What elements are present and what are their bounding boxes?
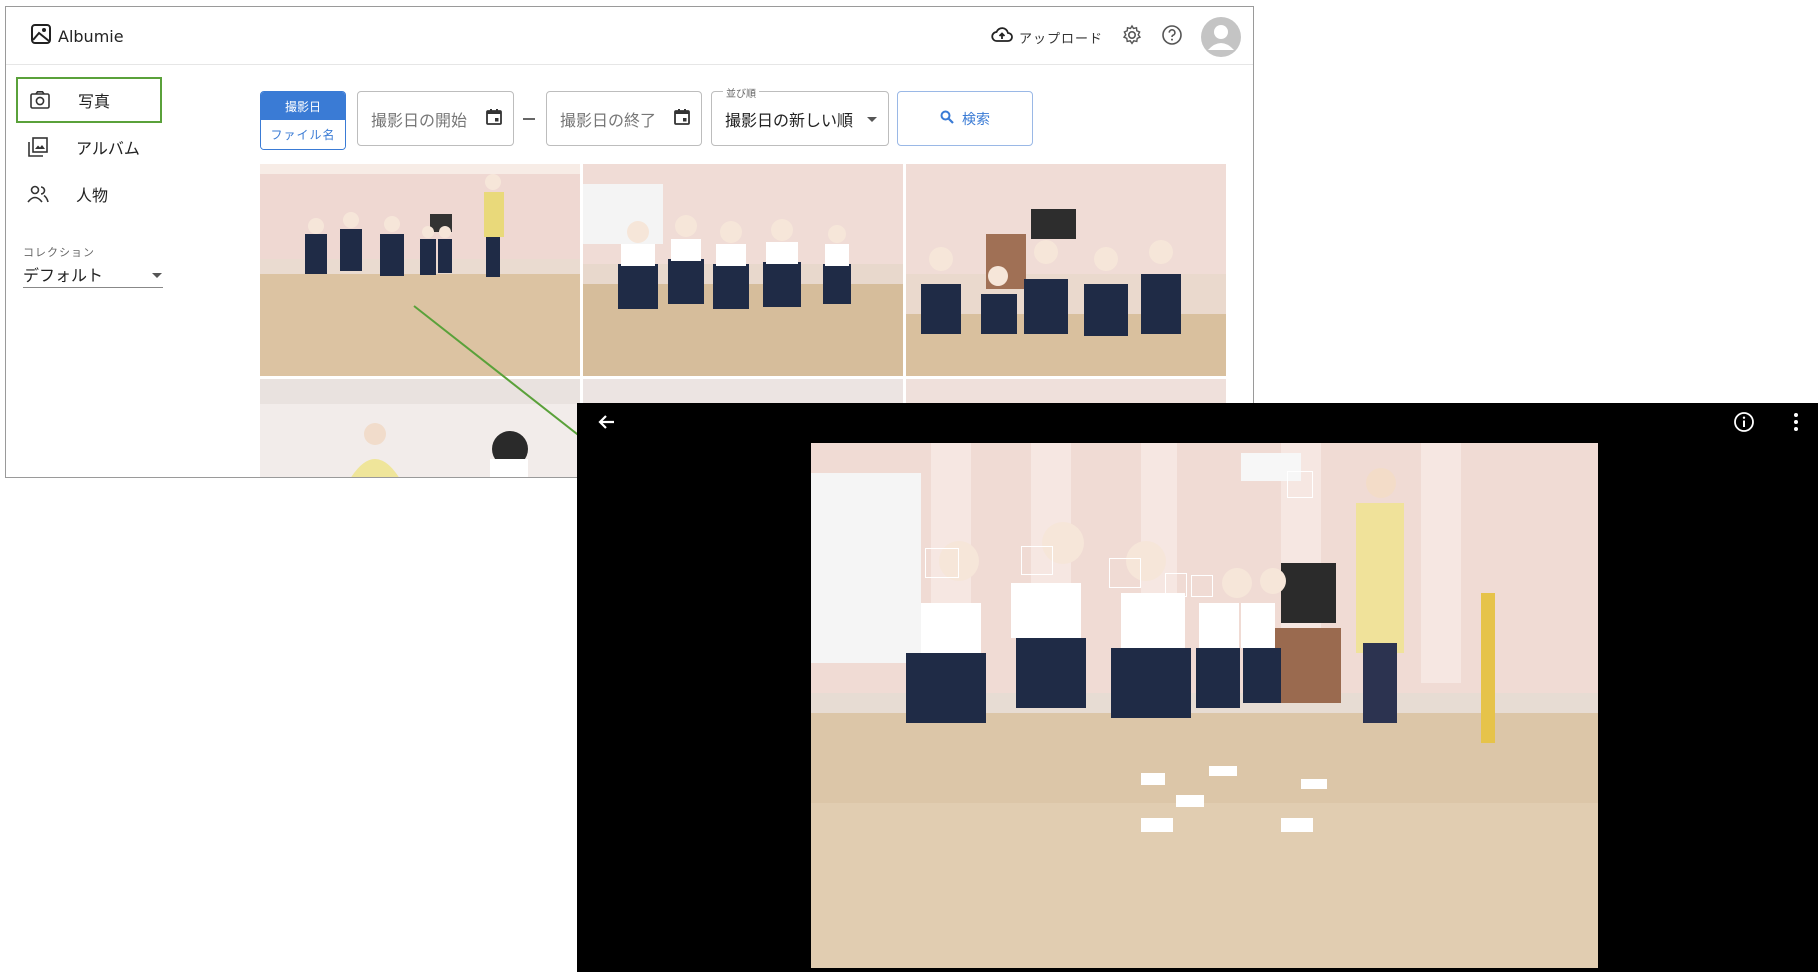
sidebar: 写真 アルバム 人物 コレクション デフォルト (6, 64, 206, 477)
cloud-upload-icon (991, 27, 1013, 47)
face-box[interactable] (1191, 575, 1213, 597)
people-icon (20, 184, 56, 204)
search-icon (940, 110, 954, 128)
sidebar-item-label: 人物 (76, 186, 109, 205)
start-date-field[interactable]: 撮影日の開始 (357, 91, 514, 146)
sort-select[interactable]: 並び順 撮影日の新しい順 (711, 85, 889, 146)
account-icon[interactable] (1201, 17, 1241, 57)
photo-viewer (577, 403, 1818, 972)
photo-thumbnail[interactable] (260, 379, 580, 477)
collection-value: デフォルト (23, 266, 104, 285)
end-date-placeholder: 撮影日の終了 (560, 110, 657, 130)
camera-icon (22, 90, 58, 110)
help-icon[interactable] (1161, 24, 1183, 50)
sidebar-item-photos[interactable]: 写真 (16, 77, 162, 123)
filter-mode-toggle: 撮影日 ファイル名 (260, 91, 346, 150)
photo-thumbnail[interactable] (583, 164, 903, 376)
photo-thumbnail[interactable] (260, 164, 580, 376)
end-date-field[interactable]: 撮影日の終了 (546, 91, 702, 146)
sidebar-item-label: 写真 (78, 92, 111, 111)
mode-file-name[interactable]: ファイル名 (261, 120, 345, 149)
upload-label: アップロード (1018, 31, 1103, 47)
face-box[interactable] (1287, 471, 1313, 498)
gear-icon[interactable] (1121, 24, 1143, 50)
calendar-icon[interactable] (485, 108, 503, 130)
sidebar-item-label: アルバム (76, 139, 140, 158)
album-icon (20, 136, 56, 158)
viewer-photo (811, 443, 1598, 968)
search-label: 検索 (962, 111, 990, 128)
sort-label: 並び順 (723, 85, 759, 100)
search-button[interactable]: 検索 (897, 91, 1033, 146)
face-box[interactable] (1165, 573, 1187, 597)
more-vert-icon[interactable] (1792, 411, 1800, 437)
calendar-icon[interactable] (673, 108, 691, 130)
dropdown-arrow-icon (866, 109, 878, 128)
face-box[interactable] (1109, 558, 1141, 588)
mode-shooting-date[interactable]: 撮影日 (261, 92, 345, 120)
arrow-back-icon[interactable] (597, 412, 617, 436)
collection-select[interactable]: デフォルト (23, 261, 163, 288)
sidebar-item-albums[interactable]: アルバム (16, 124, 162, 170)
logo-text: Albumie (58, 26, 124, 46)
start-date-placeholder: 撮影日の開始 (371, 110, 468, 130)
dropdown-arrow-icon (151, 265, 163, 284)
upload-button[interactable]: アップロード (991, 27, 1103, 47)
photo-thumbnail[interactable] (906, 164, 1226, 376)
photo-logo-icon (30, 23, 52, 49)
sidebar-item-people[interactable]: 人物 (16, 171, 162, 217)
sort-value: 撮影日の新しい順 (725, 110, 854, 130)
top-bar: Albumie アップロード (6, 7, 1253, 65)
logo[interactable]: Albumie (30, 23, 124, 49)
date-range-separator (523, 118, 535, 120)
top-actions: アップロード (991, 17, 1241, 57)
info-icon[interactable] (1733, 411, 1755, 437)
collection-label: コレクション (23, 246, 95, 259)
face-box[interactable] (925, 548, 959, 578)
face-box[interactable] (1021, 546, 1053, 575)
